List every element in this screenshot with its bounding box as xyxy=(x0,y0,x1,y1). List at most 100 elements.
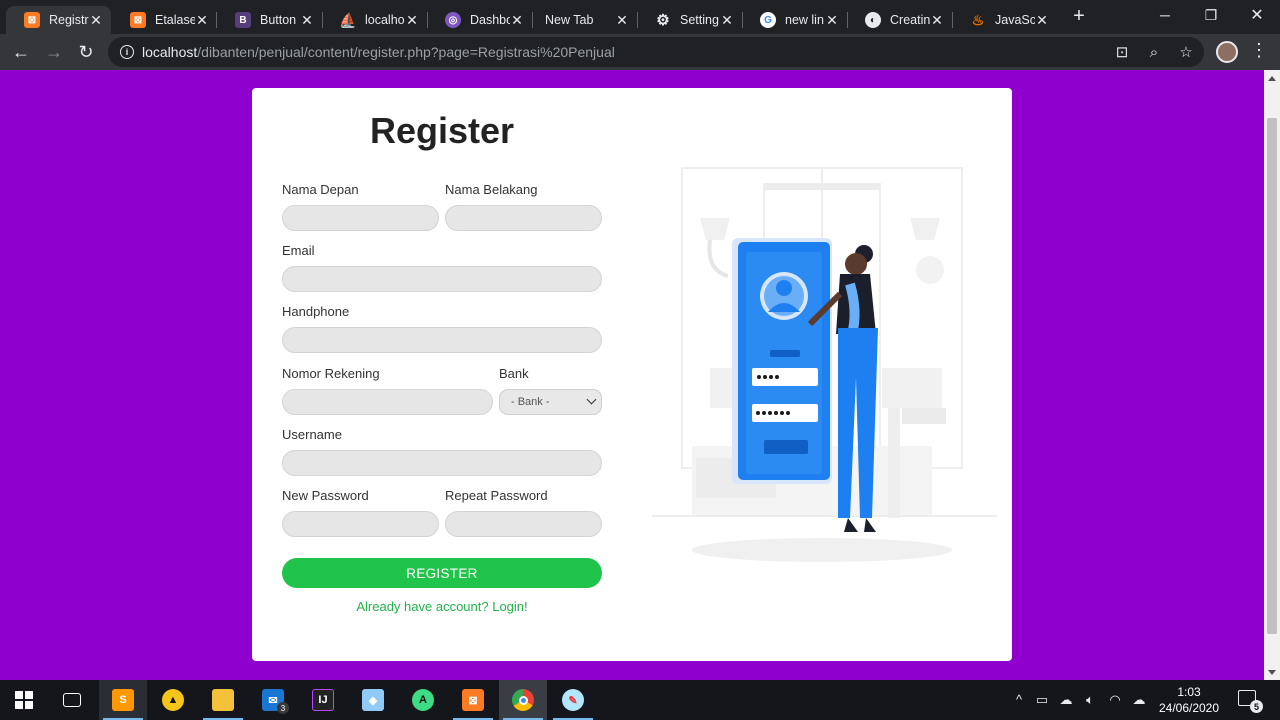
restore-button[interactable]: ❐ xyxy=(1188,0,1234,30)
info-icon[interactable]: i xyxy=(120,45,134,59)
close-icon[interactable]: ✕ xyxy=(405,12,419,29)
back-button[interactable]: ← xyxy=(8,39,34,65)
taskbar-paint[interactable]: ✎ xyxy=(549,680,597,720)
battery-icon[interactable]: ▭ xyxy=(1033,692,1051,708)
close-icon[interactable]: ✕ xyxy=(89,12,103,29)
register-button[interactable]: REGISTER xyxy=(282,558,602,588)
taskbar-mail[interactable]: ✉ 3 xyxy=(249,680,297,720)
java-icon: ♨ xyxy=(971,11,985,28)
close-icon[interactable]: ✕ xyxy=(615,12,629,29)
page-viewport: Register Nama Depan Nama Belakang Email … xyxy=(0,70,1264,680)
zoom-icon[interactable]: ⌕ xyxy=(1144,42,1164,62)
cloud-error-icon[interactable]: ☁ xyxy=(1057,692,1075,708)
globe-icon: ◐ xyxy=(865,12,881,28)
close-icon[interactable]: ✕ xyxy=(1035,12,1049,29)
notification-center-icon[interactable]: 5 xyxy=(1238,690,1263,713)
tab-settings[interactable]: ⚙ Setting ✕ xyxy=(637,6,742,34)
xampp-icon: ⊠ xyxy=(130,12,146,28)
login-link[interactable]: Already have account? Login! xyxy=(282,599,602,614)
close-window-button[interactable]: ✕ xyxy=(1234,0,1280,30)
first-name-input[interactable] xyxy=(282,205,439,231)
taskbar-sublime[interactable]: S xyxy=(99,680,147,720)
volume-icon[interactable]: 🔈︎ xyxy=(1081,692,1099,708)
taskbar-app-warning[interactable]: ▲ xyxy=(149,680,197,720)
gear-icon: ⚙ xyxy=(656,12,670,29)
dashboard-icon: ◎ xyxy=(445,12,461,28)
taskbar-android-studio[interactable]: A xyxy=(399,680,447,720)
forward-button[interactable]: → xyxy=(41,39,67,65)
repeat-password-input[interactable] xyxy=(445,511,602,537)
bootstrap-icon: B xyxy=(235,12,251,28)
new-password-input[interactable] xyxy=(282,511,439,537)
android-studio-icon: A xyxy=(412,689,434,711)
taskbar-xampp[interactable]: ⊠ xyxy=(449,680,497,720)
close-icon[interactable]: ✕ xyxy=(720,12,734,29)
last-name-input[interactable] xyxy=(445,205,602,231)
email-label: Email xyxy=(282,243,315,258)
email-input[interactable] xyxy=(282,266,602,292)
address-bar[interactable]: i localhost/dibanten/penjual/content/reg… xyxy=(108,37,1204,67)
scroll-down-icon[interactable] xyxy=(1268,670,1276,675)
repeat-password-label: Repeat Password xyxy=(445,488,548,503)
page-title: Register xyxy=(369,110,515,151)
box-icon: ◆ xyxy=(362,689,384,711)
taskbar-box-app[interactable]: ◆ xyxy=(349,680,397,720)
tab-new-line[interactable]: G new lin ✕ xyxy=(742,6,847,34)
chevron-up-icon[interactable]: ^ xyxy=(1010,692,1028,707)
register-card: Register Nama Depan Nama Belakang Email … xyxy=(252,88,1012,661)
tab-javascript[interactable]: ♨ JavaScr ✕ xyxy=(952,6,1057,34)
new-tab-button[interactable]: + xyxy=(1067,5,1091,29)
close-icon[interactable]: ✕ xyxy=(300,12,314,29)
wifi-icon[interactable]: ◠ xyxy=(1106,692,1124,708)
scrollbar-thumb[interactable] xyxy=(1267,118,1277,634)
tab-button[interactable]: B Button ✕ xyxy=(217,6,322,34)
page-scrollbar[interactable] xyxy=(1264,70,1280,680)
new-password-label: New Password xyxy=(282,488,369,503)
tab-dashboard[interactable]: ◎ Dashbo ✕ xyxy=(427,6,532,34)
account-number-input[interactable] xyxy=(282,389,493,415)
google-icon: G xyxy=(760,12,776,28)
translate-icon[interactable]: ⊡ xyxy=(1112,42,1132,62)
close-icon[interactable]: ✕ xyxy=(930,12,944,29)
scroll-up-icon[interactable] xyxy=(1268,76,1276,81)
xampp-icon: ⊠ xyxy=(24,12,40,28)
task-view-icon xyxy=(63,693,81,707)
tab-creating[interactable]: ◐ Creatin ✕ xyxy=(847,6,952,34)
tab-localhost[interactable]: ⛵ localho ✕ xyxy=(322,6,427,34)
task-view-button[interactable] xyxy=(48,680,96,720)
tab-new-tab[interactable]: New Tab ✕ xyxy=(532,6,637,34)
profile-avatar[interactable] xyxy=(1216,41,1238,63)
close-icon[interactable]: ✕ xyxy=(510,12,524,29)
onedrive-icon[interactable]: ☁ xyxy=(1130,692,1148,708)
taskbar-chrome[interactable] xyxy=(499,680,547,720)
start-button[interactable] xyxy=(0,680,48,720)
username-label: Username xyxy=(282,427,342,442)
sublime-text-icon: S xyxy=(112,689,134,711)
bank-select[interactable]: - Bank - xyxy=(499,389,602,415)
tab-etalase[interactable]: ⊠ Etalase ✕ xyxy=(112,6,217,34)
intellij-icon: IJ xyxy=(312,689,334,711)
notification-count: 5 xyxy=(1250,700,1263,713)
minimize-button[interactable]: ─ xyxy=(1142,0,1188,30)
username-input[interactable] xyxy=(282,450,602,476)
reload-button[interactable]: ↻ xyxy=(73,39,99,65)
phone-input[interactable] xyxy=(282,327,602,353)
xampp-icon: ⊠ xyxy=(462,689,484,711)
taskbar-intellij[interactable]: IJ xyxy=(299,680,347,720)
close-icon[interactable]: ✕ xyxy=(195,12,209,29)
paint-palette-icon: ✎ xyxy=(562,689,584,711)
mail-badge: 3 xyxy=(277,702,289,714)
tab-registrasi[interactable]: ⊠ Registra ✕ xyxy=(6,6,111,34)
taskbar-file-explorer[interactable] xyxy=(199,680,247,720)
browser-toolbar: ← → ↻ i localhost/dibanten/penjual/conte… xyxy=(0,34,1280,70)
login-illustration xyxy=(652,167,997,562)
chevron-down-icon xyxy=(586,394,597,405)
phone-label: Handphone xyxy=(282,304,350,319)
first-name-label: Nama Depan xyxy=(282,182,359,197)
close-icon[interactable]: ✕ xyxy=(825,12,839,29)
bookmark-star-icon[interactable]: ☆ xyxy=(1176,42,1196,62)
system-clock[interactable]: 1:03 24/06/2020 xyxy=(1150,684,1228,716)
windows-icon xyxy=(15,691,33,709)
triangle-app-icon: ▲ xyxy=(162,689,184,711)
menu-kebab-icon[interactable]: ⋮ xyxy=(1250,40,1268,61)
